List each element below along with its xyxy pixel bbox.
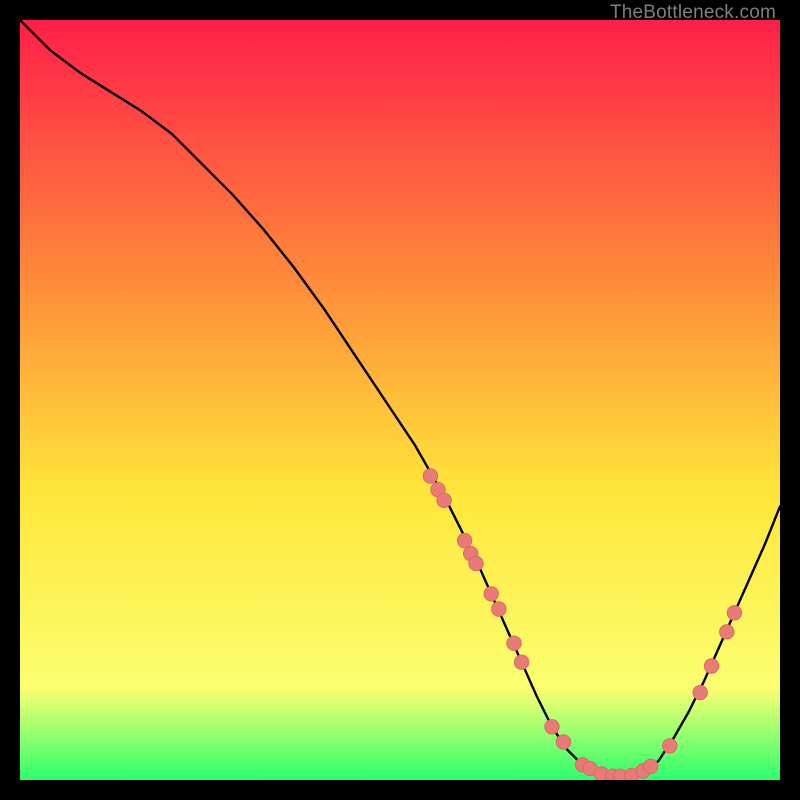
data-marker (727, 606, 741, 620)
data-marker (457, 533, 471, 547)
data-marker (437, 493, 451, 507)
data-marker (545, 720, 559, 734)
data-marker (704, 659, 718, 673)
data-marker (556, 735, 570, 749)
data-marker (720, 625, 734, 639)
data-marker (423, 469, 437, 483)
bottleneck-chart (20, 20, 780, 780)
data-marker (484, 587, 498, 601)
data-marker (663, 739, 677, 753)
data-marker (644, 759, 658, 773)
data-marker (514, 655, 528, 669)
data-marker (492, 602, 506, 616)
data-marker (469, 556, 483, 570)
data-marker (693, 685, 707, 699)
data-marker (507, 636, 521, 650)
gradient-background (20, 20, 780, 780)
chart-frame (20, 20, 780, 780)
